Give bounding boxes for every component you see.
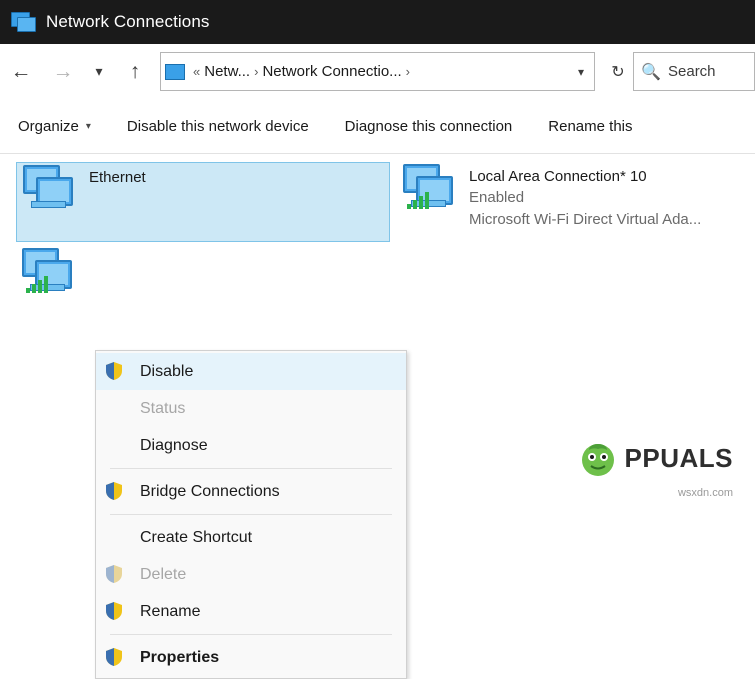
menu-item-label: Bridge Connections (140, 483, 280, 501)
menu-item-bridge-connections[interactable]: Bridge Connections (96, 473, 406, 510)
recent-locations-button[interactable]: ▾ (84, 50, 114, 94)
watermark: PPUALS (577, 437, 733, 479)
shield-icon (104, 647, 128, 669)
chevron-down-icon: ▾ (86, 121, 91, 132)
breadcrumb-segment-1[interactable]: Network Connectio... (262, 63, 401, 80)
menu-item-label: Diagnose (140, 437, 208, 455)
search-input[interactable]: Search (668, 63, 716, 80)
search-icon: 🔍 (634, 62, 668, 82)
menu-item-label: Delete (140, 566, 186, 584)
disable-device-button[interactable]: Disable this network device (109, 118, 327, 135)
breadcrumb-separator-2: › (402, 64, 414, 79)
shield-icon (104, 481, 128, 503)
connection-status: Enabled (469, 187, 701, 209)
menu-item-label: Rename (140, 603, 200, 621)
network-connections-window: Network Connections ← → ▾ ↑ « Netw... › … (0, 0, 755, 507)
network-connections-icon (10, 10, 36, 34)
chevron-down-icon[interactable]: ▾ (568, 65, 594, 79)
navigation-bar: ← → ▾ ↑ « Netw... › Network Connectio...… (0, 44, 755, 100)
menu-item-disable[interactable]: Disable (96, 353, 406, 390)
address-bar[interactable]: « Netw... › Network Connectio... › ▾ (160, 52, 595, 91)
shield-icon (104, 601, 128, 623)
up-button[interactable]: ↑ (114, 50, 156, 94)
command-bar: Organize ▾ Disable this network device D… (0, 100, 755, 154)
signal-bars-icon (407, 192, 429, 209)
menu-separator (110, 634, 392, 635)
menu-separator (110, 468, 392, 469)
forward-button[interactable]: → (42, 50, 84, 94)
menu-item-status: Status (96, 390, 406, 427)
diagnose-connection-label: Diagnose this connection (345, 118, 513, 135)
shield-icon (104, 564, 128, 586)
list-item-text: Local Area Connection* 10 Enabled Micros… (459, 162, 701, 231)
network-adapter-icon (397, 162, 459, 220)
title-bar: Network Connections (0, 0, 755, 44)
diagnose-connection-button[interactable]: Diagnose this connection (327, 118, 531, 135)
back-button[interactable]: ← (0, 50, 42, 94)
menu-item-properties[interactable]: Properties (96, 639, 406, 676)
menu-item-label: Disable (140, 363, 193, 381)
breadcrumb-separator-1: › (250, 64, 262, 79)
connections-list: Ethernet Local Area Connection* 10 Enabl… (0, 154, 755, 507)
menu-item-rename[interactable]: Rename (96, 593, 406, 630)
rename-connection-button[interactable]: Rename this (530, 118, 650, 135)
shield-icon (104, 361, 128, 383)
window-title: Network Connections (46, 12, 209, 32)
organize-label: Organize (18, 118, 79, 135)
menu-item-create-shortcut[interactable]: Create Shortcut (96, 519, 406, 556)
disable-device-label: Disable this network device (127, 118, 309, 135)
list-item[interactable]: Local Area Connection* 10 Enabled Micros… (397, 162, 737, 252)
menu-item-delete: Delete (96, 556, 406, 593)
breadcrumb-segment-0[interactable]: Netw... (204, 63, 250, 80)
appuals-logo-icon (577, 437, 619, 479)
watermark-subtext: wsxdn.com (678, 487, 733, 499)
refresh-icon[interactable]: ↻ (603, 62, 633, 82)
list-item[interactable] (16, 246, 86, 316)
menu-item-label: Create Shortcut (140, 529, 252, 547)
list-item[interactable]: Ethernet (16, 162, 390, 242)
network-icon (161, 64, 189, 80)
signal-bars-icon (26, 276, 48, 293)
menu-separator (110, 514, 392, 515)
menu-item-diagnose[interactable]: Diagnose (96, 427, 406, 464)
organize-button[interactable]: Organize ▾ (0, 118, 109, 135)
search-box[interactable]: 🔍 Search (633, 52, 755, 91)
connection-adapter: Microsoft Wi-Fi Direct Virtual Ada... (469, 209, 701, 231)
context-menu[interactable]: Disable Status Diagnose Bridge Connectio… (95, 350, 407, 679)
rename-connection-label: Rename this (548, 118, 632, 135)
menu-item-label: Status (140, 400, 185, 418)
breadcrumb-separator-0: « (189, 64, 204, 79)
watermark-text: PPUALS (625, 443, 733, 474)
menu-item-label: Properties (140, 649, 219, 667)
network-adapter-icon (16, 246, 78, 304)
network-adapter-icon (17, 163, 79, 221)
list-item-text: Ethernet (79, 163, 146, 188)
connection-name: Ethernet (89, 168, 146, 188)
connection-name: Local Area Connection* 10 (469, 167, 701, 187)
